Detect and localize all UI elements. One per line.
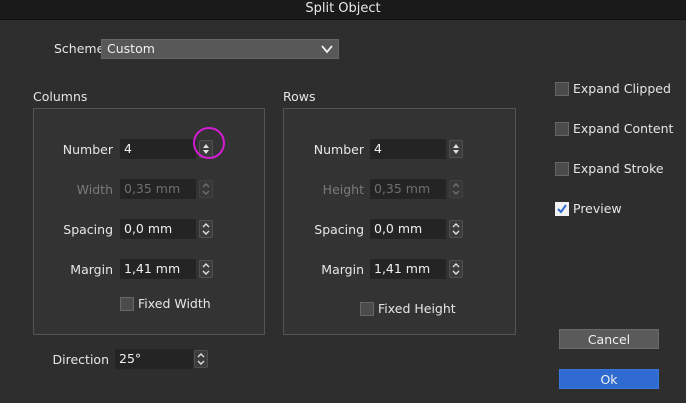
rows-number-field[interactable]: 4	[370, 139, 446, 159]
fixed-width-checkbox[interactable]	[120, 297, 134, 311]
columns-title: Columns	[33, 89, 88, 104]
columns-margin-stepper[interactable]	[199, 260, 213, 278]
rows-height-stepper[interactable]	[449, 180, 463, 198]
expand-content-checkbox[interactable]	[555, 122, 569, 136]
direction-label: Direction	[52, 352, 109, 367]
rows-margin-label: Margin	[321, 262, 364, 277]
expand-stroke-checkbox[interactable]	[555, 162, 569, 176]
stepper-arrows-icon	[452, 183, 460, 195]
fixed-height-label: Fixed Height	[378, 301, 456, 316]
columns-width-label: Width	[76, 182, 113, 197]
columns-spacing-stepper[interactable]	[199, 220, 213, 238]
stepper-arrows-icon	[452, 263, 460, 275]
expand-stroke-label: Expand Stroke	[573, 161, 664, 176]
expand-content-label: Expand Content	[573, 121, 674, 136]
scheme-select[interactable]: Custom	[101, 39, 339, 59]
columns-width-stepper[interactable]	[199, 180, 213, 198]
rows-margin-field[interactable]: 1,41 mm	[370, 259, 446, 279]
rows-spacing-label: Spacing	[314, 222, 364, 237]
direction-stepper[interactable]	[194, 350, 208, 368]
stepper-arrows-icon	[452, 223, 460, 235]
fixed-width-label: Fixed Width	[138, 296, 211, 311]
columns-spacing-field[interactable]: 0,0 mm	[120, 219, 196, 239]
stepper-arrows-icon	[197, 353, 205, 365]
stepper-arrows-icon	[202, 223, 210, 235]
rows-margin-stepper[interactable]	[449, 260, 463, 278]
expand-clipped-label: Expand Clipped	[573, 81, 671, 96]
rows-title: Rows	[283, 89, 316, 104]
rows-height-label: Height	[322, 182, 364, 197]
rows-spacing-field[interactable]: 0,0 mm	[370, 219, 446, 239]
rows-height-field[interactable]: 0,35 mm	[370, 179, 446, 199]
direction-field[interactable]: 25°	[115, 349, 193, 369]
window-title: Split Object	[0, 0, 686, 20]
chevron-down-icon	[321, 45, 333, 54]
preview-checkbox[interactable]	[555, 202, 569, 216]
rows-spacing-stepper[interactable]	[449, 220, 463, 238]
columns-spacing-label: Spacing	[63, 222, 113, 237]
preview-label: Preview	[573, 201, 622, 216]
stepper-arrows-icon	[202, 183, 210, 195]
scheme-value: Custom	[107, 41, 155, 56]
scheme-label: Scheme	[54, 41, 105, 56]
columns-margin-label: Margin	[70, 262, 113, 277]
rows-number-stepper[interactable]	[449, 140, 463, 158]
rows-number-label: Number	[313, 142, 364, 157]
columns-margin-field[interactable]: 1,41 mm	[120, 259, 196, 279]
columns-number-label: Number	[62, 142, 113, 157]
highlight-ring	[193, 127, 225, 159]
ok-button[interactable]: Ok	[559, 369, 659, 389]
fixed-height-checkbox[interactable]	[360, 302, 374, 316]
cancel-button[interactable]: Cancel	[559, 329, 659, 349]
stepper-arrows-icon	[202, 263, 210, 275]
columns-width-field[interactable]: 0,35 mm	[120, 179, 196, 199]
checkmark-icon	[557, 204, 567, 214]
expand-clipped-checkbox[interactable]	[555, 82, 569, 96]
columns-number-field[interactable]: 4	[120, 139, 196, 159]
stepper-arrows-icon	[453, 144, 459, 154]
